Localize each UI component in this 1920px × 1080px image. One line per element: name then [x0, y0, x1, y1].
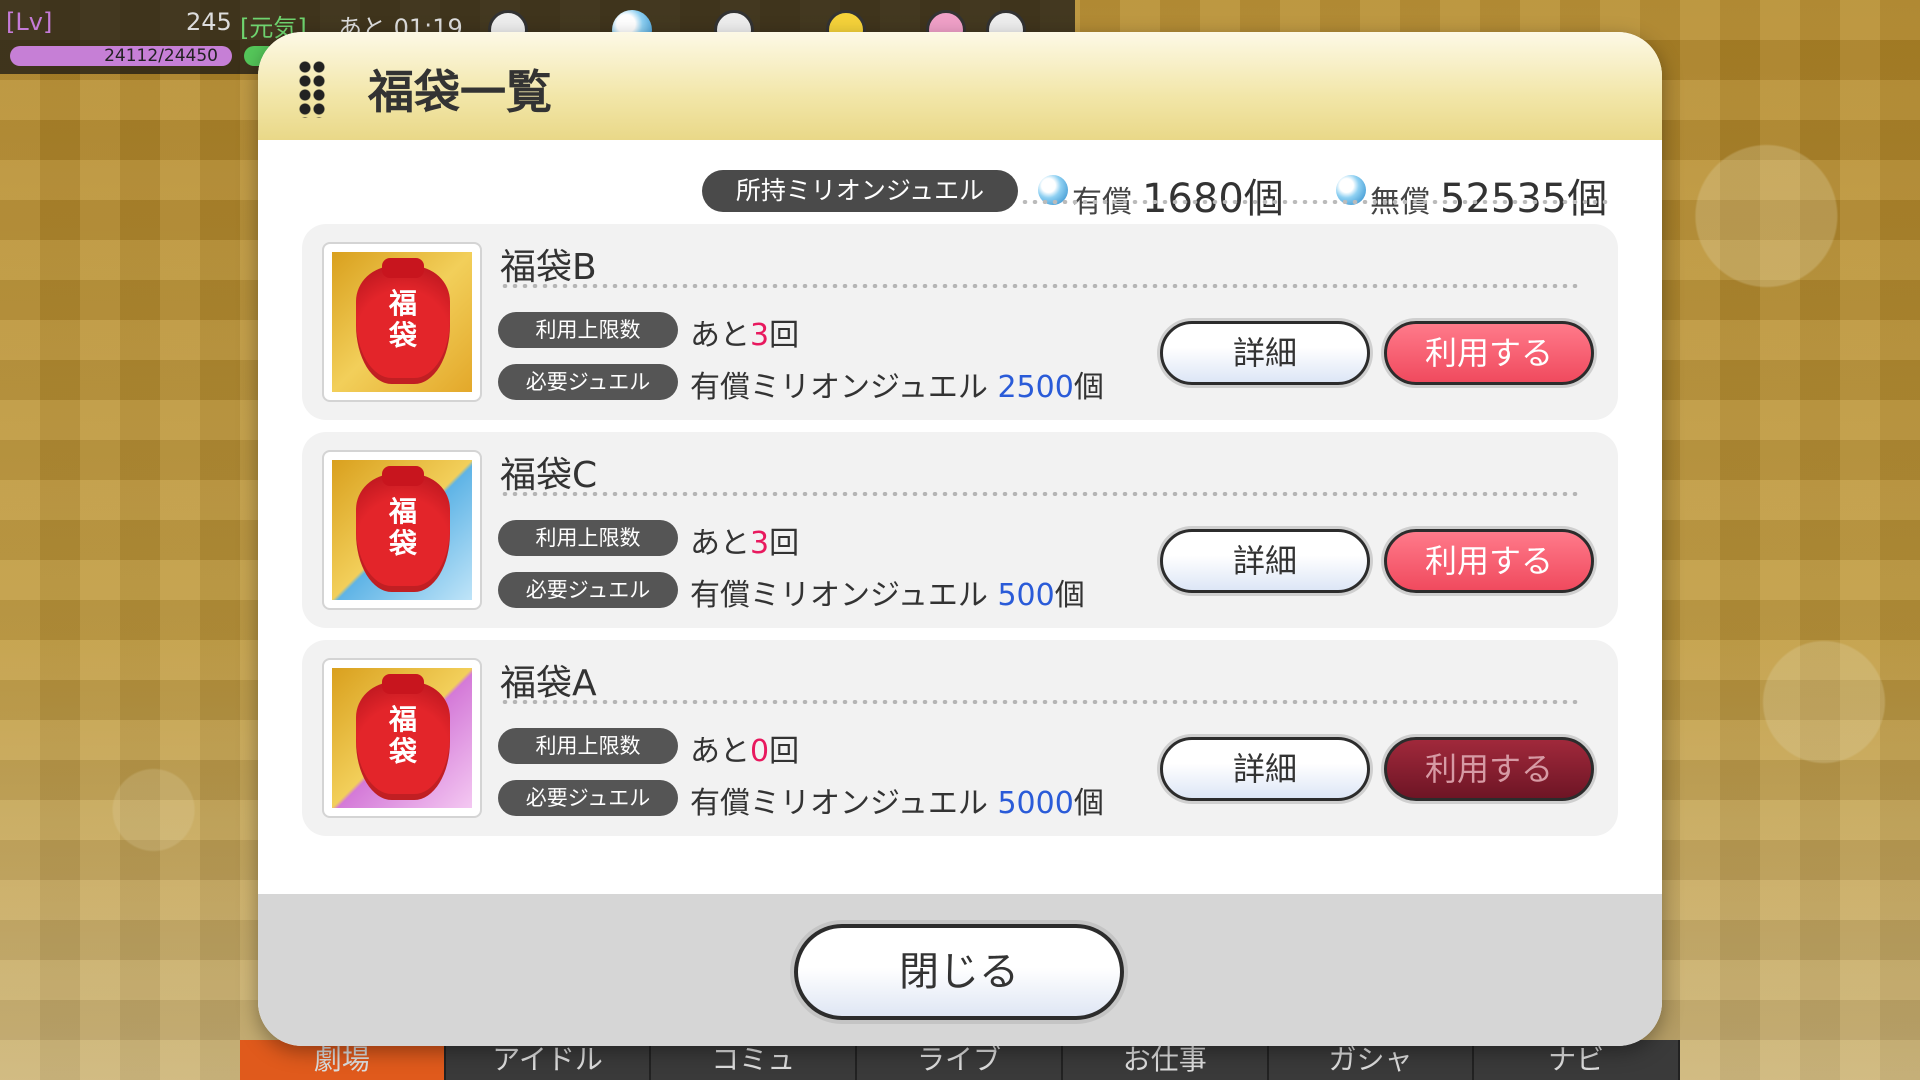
- divider: [500, 284, 1580, 288]
- dialog-footer: 閉じる: [258, 894, 1662, 1046]
- detail-button[interactable]: 詳細: [1160, 321, 1370, 385]
- divider: [1020, 200, 1610, 204]
- nav-tab-commu[interactable]: コミュ: [651, 1040, 858, 1080]
- dialog-title: 福袋一覧: [368, 65, 552, 119]
- paid-jewels: 有償 1680個: [1038, 166, 1284, 222]
- lucky-bag-card: 福袋 福袋B 利用上限数 あと3回 必要ジュエル 有償ミリオンジュエル 2500…: [302, 224, 1618, 420]
- jewel-cost-amount: 5000: [997, 786, 1074, 821]
- paid-jewels-amount: 1680個: [1142, 176, 1284, 222]
- detail-button[interactable]: 詳細: [1160, 529, 1370, 593]
- lucky-bag-card: 福袋 福袋A 利用上限数 あと0回 必要ジュエル 有償ミリオンジュエル 5000…: [302, 640, 1618, 836]
- exp-bar: 24112/24450: [10, 46, 232, 66]
- remaining-count: 3: [750, 318, 770, 353]
- usage-limit-label: 利用上限数: [498, 312, 678, 348]
- lucky-bag-thumbnail: 福袋: [322, 450, 482, 610]
- lucky-bag-name: 福袋B: [500, 247, 597, 288]
- required-jewel-cost: 有償ミリオンジュエル 5000個: [690, 786, 1104, 821]
- free-jewels-label: 無償: [1370, 185, 1430, 220]
- detail-button[interactable]: 詳細: [1160, 737, 1370, 801]
- paid-jewels-label: 有償: [1072, 185, 1132, 220]
- jewel-cost-amount: 500: [997, 578, 1055, 613]
- use-button-disabled[interactable]: 利用する: [1384, 737, 1594, 801]
- divider: [500, 700, 1580, 704]
- usage-limit-label: 利用上限数: [498, 728, 678, 764]
- divider: [500, 492, 1580, 496]
- required-jewel-label: 必要ジュエル: [498, 364, 678, 400]
- usage-remaining: あと3回: [690, 526, 800, 561]
- level-label: [Lv]: [6, 8, 53, 36]
- required-jewel-cost: 有償ミリオンジュエル 500個: [690, 578, 1085, 613]
- usage-remaining: あと3回: [690, 318, 800, 353]
- nav-tab-idol[interactable]: アイドル: [445, 1040, 652, 1080]
- required-jewel-label: 必要ジュエル: [498, 572, 678, 608]
- nav-tab-gacha[interactable]: ガシャ: [1268, 1040, 1475, 1080]
- lucky-bag-card: 福袋 福袋C 利用上限数 あと3回 必要ジュエル 有償ミリオンジュエル 500個…: [302, 432, 1618, 628]
- drag-handle-icon: [298, 60, 326, 118]
- jewel-cost-amount: 2500: [997, 370, 1074, 405]
- remaining-count: 3: [750, 526, 770, 561]
- use-button[interactable]: 利用する: [1384, 321, 1594, 385]
- required-jewel-label: 必要ジュエル: [498, 780, 678, 816]
- free-jewels: 無償 52535個: [1336, 166, 1607, 222]
- usage-remaining: あと0回: [690, 734, 800, 769]
- use-button[interactable]: 利用する: [1384, 529, 1594, 593]
- usage-limit-label: 利用上限数: [498, 520, 678, 556]
- owned-jewels-summary: 所持ミリオンジュエル 有償 1680個 無償 52535個: [702, 166, 1622, 222]
- free-jewels-amount: 52535個: [1440, 176, 1608, 222]
- lucky-bag-thumbnail: 福袋: [322, 658, 482, 818]
- lucky-bag-dialog: 福袋一覧 所持ミリオンジュエル 有償 1680個 無償 52535個 福袋 福袋…: [258, 32, 1662, 1046]
- required-jewel-cost: 有償ミリオンジュエル 2500個: [690, 370, 1104, 405]
- owned-jewels-label: 所持ミリオンジュエル: [702, 170, 1018, 212]
- dialog-header: 福袋一覧: [258, 32, 1662, 140]
- close-button[interactable]: 閉じる: [794, 924, 1124, 1020]
- remaining-count: 0: [750, 734, 770, 769]
- lucky-bag-name: 福袋A: [500, 663, 597, 704]
- nav-tab-navi[interactable]: ナビ: [1474, 1040, 1681, 1080]
- bottom-navigation: 劇場 アイドル コミュ ライブ お仕事 ガシャ ナビ: [240, 1040, 1681, 1080]
- lucky-bag-name: 福袋C: [500, 455, 598, 496]
- nav-tab-theater[interactable]: 劇場: [240, 1040, 446, 1080]
- nav-tab-work[interactable]: お仕事: [1062, 1040, 1269, 1080]
- level-value: 245: [186, 8, 232, 36]
- lucky-bag-thumbnail: 福袋: [322, 242, 482, 402]
- nav-tab-live[interactable]: ライブ: [857, 1040, 1063, 1080]
